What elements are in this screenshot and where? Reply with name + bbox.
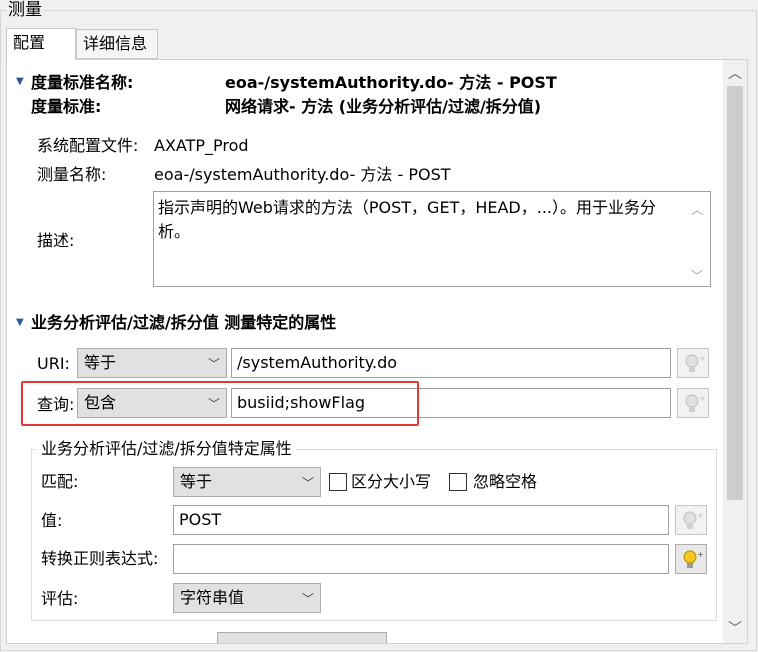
eval-select[interactable]: 字符串值 ﹀ (173, 583, 321, 613)
uri-bulb-button[interactable]: + (677, 348, 709, 378)
value-input[interactable]: POST (173, 505, 669, 535)
description-scrollbar[interactable]: ︿ ﹀ (686, 194, 708, 284)
lightbulb-icon: + (683, 550, 704, 568)
description-text: 指示声明的Web请求的方法（POST，GET，HEAD，...）。用于业务分析。 (158, 198, 657, 241)
partial-control (217, 632, 387, 643)
value-label: 值: (41, 511, 63, 530)
sysconfig-label: 系统配置文件: (37, 136, 139, 155)
group-title: 测量 (6, 0, 44, 20)
scroll-up-icon[interactable]: ︿ (723, 62, 747, 86)
uri-input-value: /systemAuthority.do (237, 353, 398, 372)
sysconfig-value: AXATP_Prod (154, 136, 249, 155)
metric-name-label: 度量标准名称: (31, 73, 134, 92)
match-label: 匹配: (41, 472, 79, 491)
metric-label: 度量标准: (31, 97, 102, 116)
ignore-space-checkbox[interactable] (449, 473, 467, 491)
value-input-value: POST (179, 510, 222, 529)
svg-text:+: + (697, 550, 704, 559)
case-sensitive-checkbox[interactable] (329, 473, 347, 491)
chevron-down-icon: ﹀ (207, 357, 220, 371)
uri-input[interactable]: /systemAuthority.do (231, 348, 671, 378)
tab-config-label: 配置 (13, 33, 46, 52)
tab-details[interactable]: 详细信息 (76, 29, 158, 59)
highlight-box (21, 381, 419, 426)
chevron-down-icon: ﹀ (301, 592, 314, 606)
uri-label: URI: (37, 354, 70, 373)
chevron-down-icon: ﹀ (301, 476, 314, 490)
description-textarea[interactable]: 指示声明的Web请求的方法（POST，GET，HEAD，...）。用于业务分析。… (153, 191, 711, 287)
query-bulb-button[interactable]: + (677, 388, 709, 418)
section2-title: 业务分析评估/过滤/拆分值 测量特定的属性 (31, 313, 337, 332)
svg-text:+: + (699, 394, 706, 403)
scroll-down-icon[interactable]: ﹀ (686, 264, 708, 288)
config-panel: ▼ 度量标准名称: eoa-/systemAuthority.do- 方法 - … (6, 59, 748, 644)
eval-value: 字符串值 (180, 588, 245, 607)
ignore-space-label: 忽略空格 (473, 472, 538, 491)
scroll-down-icon[interactable]: ﹀ (723, 617, 747, 641)
measure-name-value[interactable]: eoa-/systemAuthority.do- 方法 - POST (154, 165, 451, 185)
lightbulb-icon: + (683, 511, 704, 529)
metric-name-value: eoa-/systemAuthority.do- 方法 - POST (225, 73, 557, 92)
svg-text:+: + (699, 354, 706, 363)
uri-operator-value: 等于 (84, 353, 117, 372)
lightbulb-icon: + (685, 354, 706, 372)
tab-details-label: 详细信息 (83, 34, 148, 53)
tab-config[interactable]: 配置 (6, 28, 76, 60)
description-label: 描述: (37, 231, 75, 250)
regex-bulb-button[interactable]: + (675, 544, 707, 574)
lightbulb-icon: + (685, 394, 706, 412)
scroll-up-icon[interactable]: ︿ (686, 198, 708, 222)
inner-group-title: 业务分析评估/过滤/拆分值特定属性 (37, 439, 296, 459)
measure-name-label: 测量名称: (37, 165, 107, 184)
panel-scrollbar[interactable]: ︿ ﹀ (723, 60, 747, 643)
eval-label: 评估: (41, 589, 79, 608)
regex-input[interactable] (173, 544, 669, 574)
regex-label: 转换正则表达式: (41, 549, 159, 568)
metric-value: 网络请求- 方法 (业务分析评估/过滤/拆分值) (225, 97, 542, 116)
match-operator-value: 等于 (180, 472, 213, 491)
case-sensitive-label: 区分大小写 (351, 472, 432, 491)
collapse-section-icon[interactable]: ▼ (16, 317, 24, 328)
uri-operator-select[interactable]: 等于 ﹀ (77, 348, 227, 378)
scrollbar-thumb[interactable] (727, 86, 743, 500)
match-operator-select[interactable]: 等于 ﹀ (173, 467, 321, 497)
svg-text:+: + (697, 511, 704, 520)
collapse-header-icon[interactable]: ▼ (16, 76, 24, 87)
value-bulb-button[interactable]: + (675, 505, 707, 535)
